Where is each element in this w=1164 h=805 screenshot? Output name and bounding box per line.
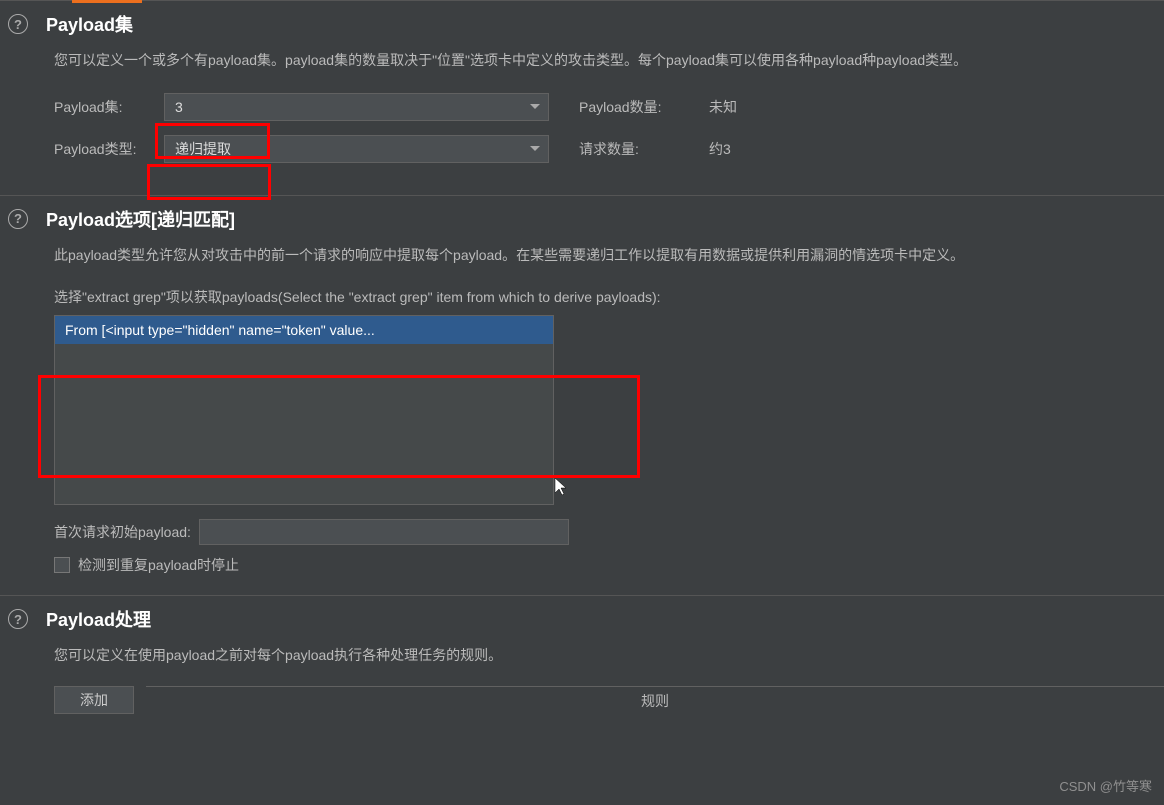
payload-options-desc: 此payload类型允许您从对攻击中的前一个请求的响应中提取每个payload。… [54, 244, 1164, 268]
help-icon[interactable]: ? [8, 609, 28, 629]
request-count-value: 约3 [709, 139, 731, 159]
payload-set-value: 3 [175, 99, 183, 115]
extract-grep-listbox[interactable]: From [<input type="hidden" name="token" … [54, 315, 554, 505]
help-icon[interactable]: ? [8, 209, 28, 229]
list-item[interactable]: From [<input type="hidden" name="token" … [55, 316, 553, 344]
section-title-payload-options: Payload选项[递归匹配] [46, 206, 235, 232]
payload-set-select[interactable]: 3 [164, 93, 549, 121]
payload-count-value: 未知 [709, 97, 737, 117]
section-title-payload-set: Payload集 [46, 11, 133, 37]
chevron-down-icon [530, 104, 540, 109]
payload-processing-desc: 您可以定义在使用payload之前对每个payload执行各种处理任务的规则。 [54, 644, 1164, 668]
active-tab-indicator [72, 0, 142, 3]
payload-options-section: ? Payload选项[递归匹配] 此payload类型允许您从对攻击中的前一个… [0, 195, 1164, 596]
add-button[interactable]: 添加 [54, 686, 134, 714]
initial-payload-label: 首次请求初始payload: [54, 522, 191, 542]
request-count-label: 请求数量: [579, 139, 709, 159]
extract-grep-label: 选择"extract grep"项以获取payloads(Select the … [54, 286, 1164, 310]
payload-count-label: Payload数量: [579, 97, 709, 117]
watermark: CSDN @竹等寒 [1059, 776, 1152, 795]
payload-set-section: ? Payload集 您可以定义一个或多个有payload集。payload集的… [0, 0, 1164, 195]
payload-type-select[interactable]: 递归提取 [164, 135, 549, 163]
chevron-down-icon [530, 146, 540, 151]
stop-on-duplicate-label: 检测到重复payload时停止 [78, 555, 239, 575]
section-title-payload-processing: Payload处理 [46, 606, 151, 632]
payload-type-label: Payload类型: [54, 139, 164, 159]
initial-payload-input[interactable] [199, 519, 569, 545]
payload-processing-section: ? Payload处理 您可以定义在使用payload之前对每个payload执… [0, 595, 1164, 734]
help-icon[interactable]: ? [8, 14, 28, 34]
rule-header: 规则 [146, 686, 1164, 714]
payload-set-label: Payload集: [54, 97, 164, 117]
payload-set-desc: 您可以定义一个或多个有payload集。payload集的数量取决于"位置"选项… [54, 49, 1164, 73]
payload-type-value: 递归提取 [175, 139, 231, 159]
stop-on-duplicate-checkbox[interactable] [54, 557, 70, 573]
